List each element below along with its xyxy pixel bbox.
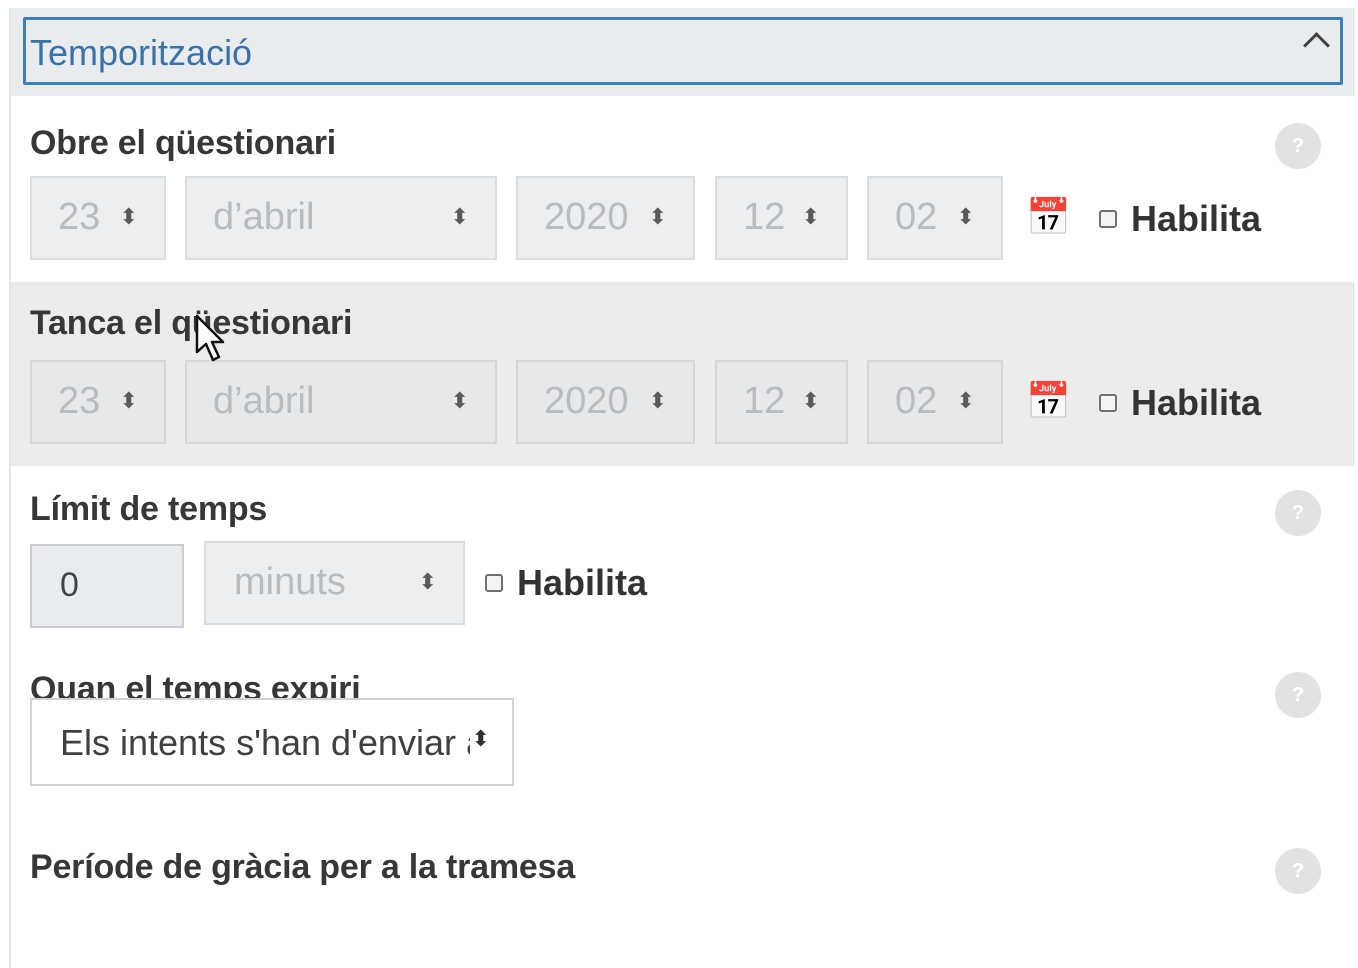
close-enable-checkbox[interactable] xyxy=(1099,394,1117,412)
close-quiz-label: Tanca el qüestionari xyxy=(30,304,353,342)
open-day-select[interactable]: 23 ⬍ xyxy=(30,176,166,260)
close-year-select[interactable]: 2020 ⬍ xyxy=(516,360,695,444)
time-limit-label: Límit de temps xyxy=(30,490,268,528)
open-quiz-label: Obre el qüestionari xyxy=(30,124,337,162)
calendar-icon[interactable]: 📅 xyxy=(1026,380,1071,422)
mouse-cursor-icon xyxy=(195,314,225,362)
open-enable-label[interactable]: Habilita xyxy=(1131,198,1261,240)
time-limit-input[interactable]: 0 xyxy=(30,544,184,628)
timing-section: Temporització Obre el qüestionari ? 23 ⬍ … xyxy=(9,8,1355,968)
time-limit-enable-checkbox[interactable] xyxy=(485,574,503,592)
select-arrows-icon: ⬍ xyxy=(648,204,667,229)
select-arrows-icon: ⬍ xyxy=(956,204,975,229)
close-day-select[interactable]: 23 ⬍ xyxy=(30,360,166,444)
grace-period-label: Període de gràcia per a la tramesa xyxy=(30,848,576,886)
open-enable-checkbox[interactable] xyxy=(1099,210,1117,228)
time-limit-row: Límit de temps ? 0 minuts ⬍ Habilita xyxy=(11,466,1355,644)
calendar-icon[interactable]: 📅 xyxy=(1026,196,1071,238)
select-arrows-icon: ⬍ xyxy=(801,204,820,229)
help-icon[interactable]: ? xyxy=(1275,672,1321,718)
select-arrows-icon: ⬍ xyxy=(648,388,667,413)
open-hour-select[interactable]: 12 ⬍ xyxy=(715,176,848,260)
select-arrows-icon: ⬍ xyxy=(119,388,138,413)
select-arrows-icon: ⬍ xyxy=(450,204,469,229)
close-minute-select[interactable]: 02 ⬍ xyxy=(867,360,1003,444)
close-month-select[interactable]: d’abril ⬍ xyxy=(185,360,497,444)
select-arrows-icon: ⬍ xyxy=(471,726,490,751)
help-icon[interactable]: ? xyxy=(1275,123,1321,169)
grace-period-row: Període de gràcia per a la tramesa ? xyxy=(11,814,1355,968)
help-icon[interactable]: ? xyxy=(1275,848,1321,894)
help-icon[interactable]: ? xyxy=(1275,490,1321,536)
select-arrows-icon: ⬍ xyxy=(119,204,138,229)
time-limit-enable-label[interactable]: Habilita xyxy=(517,562,647,604)
close-quiz-row: Tanca el qüestionari 23 ⬍ d’abril ⬍ 2020 ⬍ … xyxy=(11,282,1355,466)
when-expires-select[interactable]: Els intents s'han d'enviar automàticamen… xyxy=(30,698,514,786)
section-title: Temporització xyxy=(30,32,253,73)
close-enable-label[interactable]: Habilita xyxy=(1131,382,1261,424)
select-arrows-icon: ⬍ xyxy=(450,388,469,413)
close-hour-select[interactable]: 12 ⬍ xyxy=(715,360,848,444)
timing-section-toggle[interactable]: Temporització xyxy=(23,17,1343,85)
select-arrows-icon: ⬍ xyxy=(956,388,975,413)
chevron-up-icon xyxy=(1303,32,1330,59)
open-year-select[interactable]: 2020 ⬍ xyxy=(516,176,695,260)
time-unit-select[interactable]: minuts ⬍ xyxy=(204,541,465,625)
open-minute-select[interactable]: 02 ⬍ xyxy=(867,176,1003,260)
when-expires-row: Quan el temps expiri ? Els intents s'han… xyxy=(11,644,1355,814)
select-arrows-icon: ⬍ xyxy=(801,388,820,413)
open-quiz-row: Obre el qüestionari ? 23 ⬍ d’abril ⬍ 2020 ⬍… xyxy=(11,104,1355,284)
open-month-select[interactable]: d’abril ⬍ xyxy=(185,176,497,260)
select-arrows-icon: ⬍ xyxy=(418,569,437,594)
